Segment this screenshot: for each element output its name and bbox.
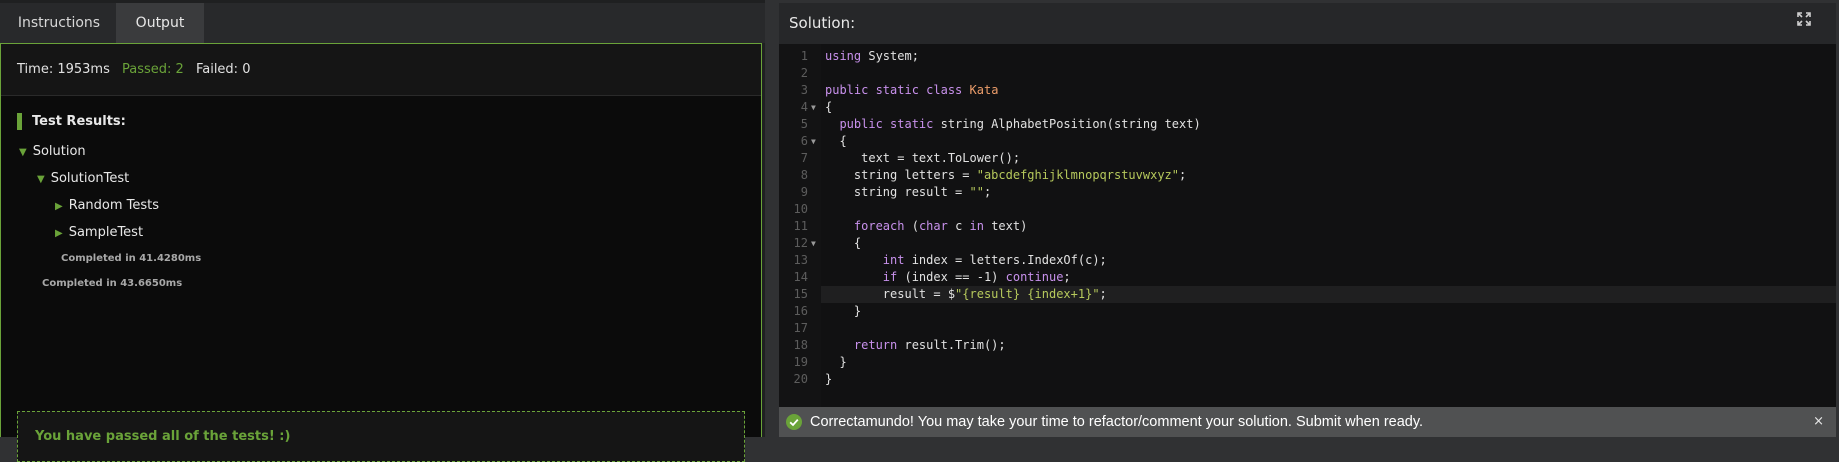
success-notification: Correctamundo! You may take your time to… bbox=[779, 407, 1836, 437]
failed-stat: Failed: 0 bbox=[195, 62, 251, 77]
tree-item-random-tests[interactable]: ▶ Random Tests bbox=[55, 198, 159, 213]
line-number: 9 bbox=[800, 185, 808, 199]
code-line: using System; bbox=[825, 49, 919, 63]
line-number-gutter: 1 2 3 4 5 6 7 8 9 10 11 12 13 14 15 16 1… bbox=[779, 44, 821, 407]
code-line: { bbox=[825, 134, 847, 148]
tab-bar: Instructions Output bbox=[0, 3, 765, 43]
line-number: 18 bbox=[793, 338, 808, 352]
code-line: string letters = "abcdefghijklmnopqrstuv… bbox=[825, 168, 1187, 182]
solution-panel: Solution: 1 2 3 4 5 6 7 8 9 10 11 12 13 … bbox=[779, 3, 1836, 437]
line-number: 5 bbox=[800, 117, 808, 131]
line-number: 16 bbox=[793, 304, 808, 318]
triangle-right-icon[interactable]: ▶ bbox=[55, 228, 63, 239]
line-number: 6 bbox=[800, 134, 808, 148]
tree-item-label: SolutionTest bbox=[50, 171, 130, 186]
line-number: 8 bbox=[800, 168, 808, 182]
solution-title: Solution: bbox=[789, 14, 856, 32]
code-line: } bbox=[825, 304, 862, 318]
code-line: return result.Trim(); bbox=[825, 338, 1006, 352]
triangle-down-icon[interactable]: ▼ bbox=[19, 147, 27, 158]
fold-toggle-icon[interactable]: ▼ bbox=[811, 99, 816, 116]
output-panel: Instructions Output Time: 1953ms Passed:… bbox=[0, 0, 765, 462]
tree-item-solution[interactable]: ▼ Solution bbox=[19, 144, 86, 159]
output-content: Time: 1953ms Passed: 2 Failed: 0 Test Re… bbox=[0, 43, 762, 462]
tab-instructions[interactable]: Instructions bbox=[4, 3, 114, 43]
code-line: { bbox=[825, 100, 833, 114]
results-heading: Test Results: bbox=[17, 113, 126, 130]
code-line: public static class Kata bbox=[825, 83, 999, 97]
code-line: public static string AlphabetPosition(st… bbox=[825, 117, 1201, 131]
solution-header: Solution: bbox=[779, 3, 1836, 44]
triangle-right-icon[interactable]: ▶ bbox=[55, 201, 63, 212]
line-number: 11 bbox=[793, 219, 808, 233]
line-number: 15 bbox=[793, 287, 808, 301]
line-number: 20 bbox=[793, 372, 808, 386]
triangle-down-icon[interactable]: ▼ bbox=[37, 174, 45, 185]
check-circle-icon bbox=[786, 414, 802, 430]
fold-toggle-icon[interactable]: ▼ bbox=[811, 235, 816, 252]
code-line: result = $"{result} {index+1}"; bbox=[825, 287, 1107, 301]
line-number: 14 bbox=[793, 270, 808, 284]
code-line: string result = ""; bbox=[825, 185, 992, 199]
code-line: } bbox=[825, 372, 833, 386]
code-line: } bbox=[825, 355, 847, 369]
passed-stat: Passed: 2 bbox=[122, 62, 184, 77]
line-number: 17 bbox=[793, 321, 808, 335]
expand-icon[interactable] bbox=[1797, 12, 1811, 26]
line-number: 13 bbox=[793, 253, 808, 267]
code-line: foreach (char c in text) bbox=[825, 219, 1028, 233]
tree-item-label: SampleTest bbox=[68, 225, 144, 240]
time-stat: Time: 1953ms bbox=[17, 62, 110, 77]
tree-item-solutiontest[interactable]: ▼ SolutionTest bbox=[37, 171, 129, 186]
completed-time-outer: Completed in 43.6650ms bbox=[42, 278, 183, 289]
completed-time-inner: Completed in 41.4280ms bbox=[61, 253, 202, 264]
line-number: 12 bbox=[793, 236, 808, 250]
code-line: { bbox=[825, 236, 862, 250]
code-line: int index = letters.IndexOf(c); bbox=[825, 253, 1107, 267]
line-number: 2 bbox=[800, 66, 808, 80]
test-stats: Time: 1953ms Passed: 2 Failed: 0 bbox=[1, 44, 761, 96]
tree-item-sampletest[interactable]: ▶ SampleTest bbox=[55, 225, 143, 240]
close-icon[interactable]: × bbox=[1813, 407, 1824, 437]
line-number: 1 bbox=[800, 49, 808, 63]
line-number: 19 bbox=[793, 355, 808, 369]
code-editor[interactable]: 1 2 3 4 5 6 7 8 9 10 11 12 13 14 15 16 1… bbox=[779, 44, 1836, 407]
line-number: 4 bbox=[800, 100, 808, 114]
code-line: if (index == -1) continue; bbox=[825, 270, 1071, 284]
tree-item-label: Random Tests bbox=[68, 198, 160, 213]
notification-message: Correctamundo! You may take your time to… bbox=[810, 414, 1424, 430]
tree-item-label: Solution bbox=[32, 144, 86, 159]
line-number: 3 bbox=[800, 83, 808, 97]
tab-output[interactable]: Output bbox=[116, 3, 204, 43]
line-number: 7 bbox=[800, 151, 808, 165]
fold-toggle-icon[interactable]: ▼ bbox=[811, 133, 816, 150]
line-number: 10 bbox=[793, 202, 808, 216]
code-line: text = text.ToLower(); bbox=[825, 151, 1021, 165]
